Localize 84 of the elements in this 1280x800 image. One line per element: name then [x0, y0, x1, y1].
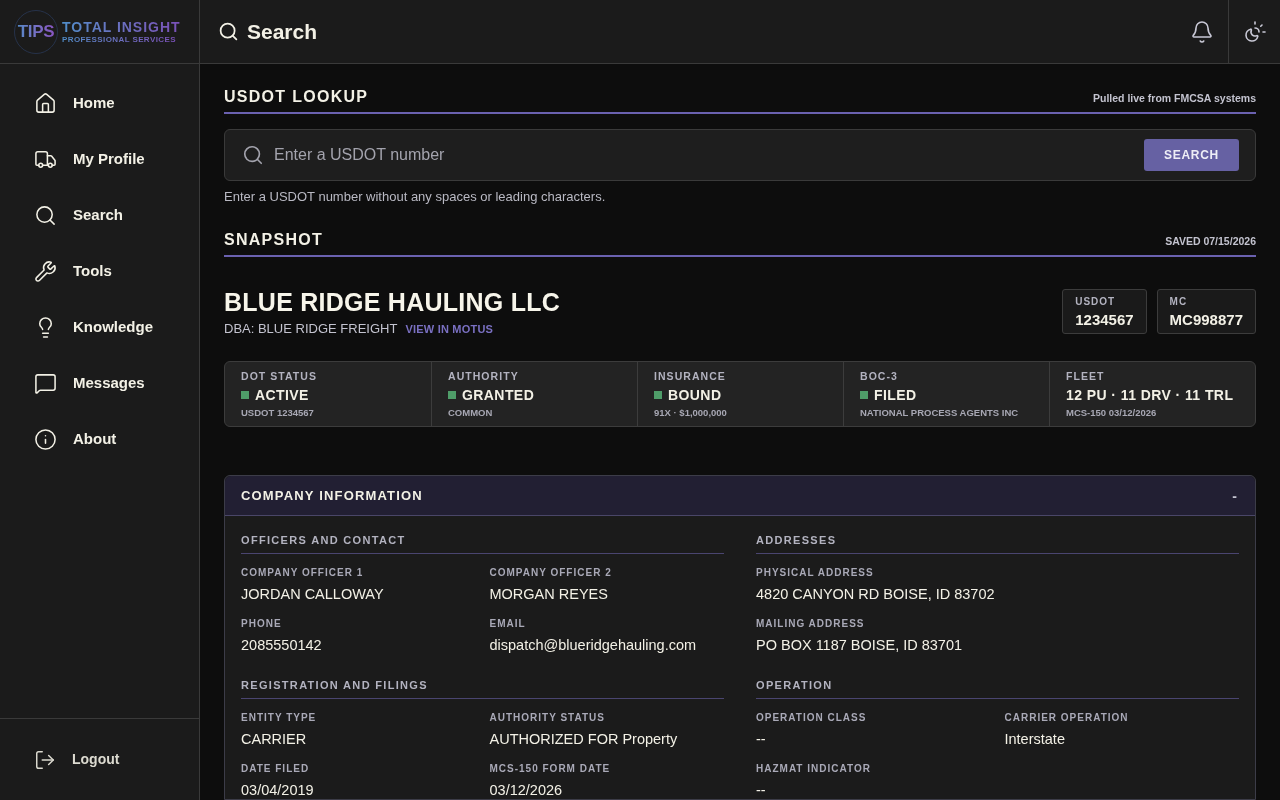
field-value: 03/04/2019 — [241, 781, 314, 799]
field-label: OPERATION CLASS — [756, 712, 867, 724]
logo-subtitle: PROFESSIONAL SERVICES — [62, 35, 176, 44]
saved-date: SAVED 07/15/2026 — [1165, 234, 1256, 248]
search-submit-button[interactable]: SEARCH — [1144, 139, 1239, 171]
nav-item[interactable]: About — [0, 411, 199, 467]
hint-text: Enter a USDOT number without any spaces or leading characters. — [224, 189, 606, 205]
status-label: AUTHORITY — [448, 370, 519, 383]
field-value: Interstate — [1004, 730, 1065, 748]
field-value: CARRIER — [241, 730, 307, 748]
company-name: BLUE RIDGE HAULING LLC — [224, 288, 561, 316]
field-value: 2085550142 — [241, 636, 322, 654]
section-heading: USDOT LOOKUP — [224, 87, 369, 107]
nav-item[interactable]: Search — [0, 187, 199, 243]
identifier-value: MC998877 — [1169, 311, 1243, 329]
field-label: ENTITY TYPE — [241, 712, 317, 724]
wrench-icon — [34, 259, 57, 283]
field-value: JORDAN CALLOWAY — [241, 585, 384, 603]
group-title: REGISTRATION AND FILINGS — [241, 678, 428, 692]
status-value: 12 PU · 11 DRV · 11 TRL — [1066, 386, 1234, 404]
field-value: -- — [756, 730, 766, 748]
field-label: PHYSICAL ADDRESS — [756, 567, 874, 579]
logout-icon — [34, 748, 56, 771]
status-label: FLEET — [1066, 370, 1105, 383]
dba-name: DBA: BLUE RIDGE FREIGHT — [224, 321, 398, 337]
field-label: COMPANY OFFICER 1 — [241, 567, 364, 579]
field-value: MORGAN REYES — [489, 585, 608, 603]
field-value: 4820 CANYON RD BOISE, ID 83702 — [756, 585, 995, 603]
field-label: PHONE — [241, 618, 282, 630]
status-label: BOC-3 — [860, 370, 898, 383]
field-value: AUTHORIZED FOR Property — [489, 730, 678, 748]
chat-bubble-icon — [34, 371, 57, 395]
field-label: MAILING ADDRESS — [756, 618, 865, 630]
identifier-label: USDOT — [1075, 296, 1116, 308]
home-icon — [34, 91, 57, 115]
status-label: INSURANCE — [654, 370, 726, 383]
info-icon — [34, 427, 57, 451]
nav-item[interactable]: Tools — [0, 243, 199, 299]
theme-toggle-button[interactable] — [1242, 19, 1267, 44]
field-value: PO BOX 1187 BOISE, ID 83701 — [756, 636, 963, 654]
search-icon — [34, 203, 57, 227]
field-label: DATE FILED — [241, 763, 310, 775]
field-label: HAZMAT INDICATOR — [756, 763, 871, 775]
status-detail: MCS-150 03/12/2026 — [1066, 407, 1157, 419]
field-value: 03/12/2026 — [489, 781, 563, 799]
notifications-button[interactable] — [1190, 19, 1214, 44]
search-icon — [242, 144, 264, 166]
sun-moon-icon — [1242, 19, 1267, 44]
field-value: dispatch@blueridgehauling.com — [489, 636, 697, 654]
status-label: DOT STATUS — [241, 370, 318, 383]
identifier-label: MC — [1169, 296, 1188, 308]
field-label: CARRIER OPERATION — [1004, 712, 1129, 724]
logo-title: TOTAL INSIGHT — [62, 19, 181, 34]
field-value: -- — [756, 781, 766, 799]
status-value: GRANTED — [462, 386, 535, 404]
status-value: BOUND — [668, 386, 722, 404]
nav-item[interactable]: My Profile — [0, 131, 199, 187]
search-icon — [218, 21, 239, 42]
nav-item[interactable]: Messages — [0, 355, 199, 411]
status-detail: COMMON — [448, 407, 493, 419]
field-label: EMAIL — [489, 618, 526, 630]
usdot-search-field[interactable]: Enter a USDOT number SEARCH — [224, 129, 1256, 181]
source-note: Pulled live from FMCSA systems — [1093, 91, 1256, 105]
status-value: ACTIVE — [255, 386, 309, 404]
status-detail: 91X · $1,000,000 — [654, 407, 727, 419]
panel-title: COMPANY INFORMATION — [241, 486, 423, 505]
status-detail: USDOT 1234567 — [241, 407, 314, 419]
status-value: FILED — [874, 386, 917, 404]
group-title: OFFICERS AND CONTACT — [241, 533, 406, 547]
field-label: AUTHORITY STATUS — [489, 712, 605, 724]
logout-link[interactable]: Logout — [0, 748, 120, 771]
group-title: ADDRESSES — [756, 533, 837, 547]
field-label: MCS-150 FORM DATE — [489, 763, 611, 775]
field-label: COMPANY OFFICER 2 — [489, 567, 612, 579]
nav-item[interactable]: Home — [0, 75, 199, 131]
bell-icon — [1190, 19, 1214, 44]
identifier-value: 1234567 — [1075, 311, 1134, 329]
collapse-toggle[interactable]: - — [1230, 488, 1239, 503]
nav-item[interactable]: Knowledge — [0, 299, 199, 355]
search-button[interactable]: Search — [218, 15, 318, 48]
status-detail: NATIONAL PROCESS AGENTS INC — [860, 407, 1019, 419]
view-in-motus-link[interactable]: VIEW IN MOTUS — [405, 322, 494, 336]
section-heading: SNAPSHOT — [224, 230, 324, 250]
group-title: OPERATION — [756, 678, 833, 692]
